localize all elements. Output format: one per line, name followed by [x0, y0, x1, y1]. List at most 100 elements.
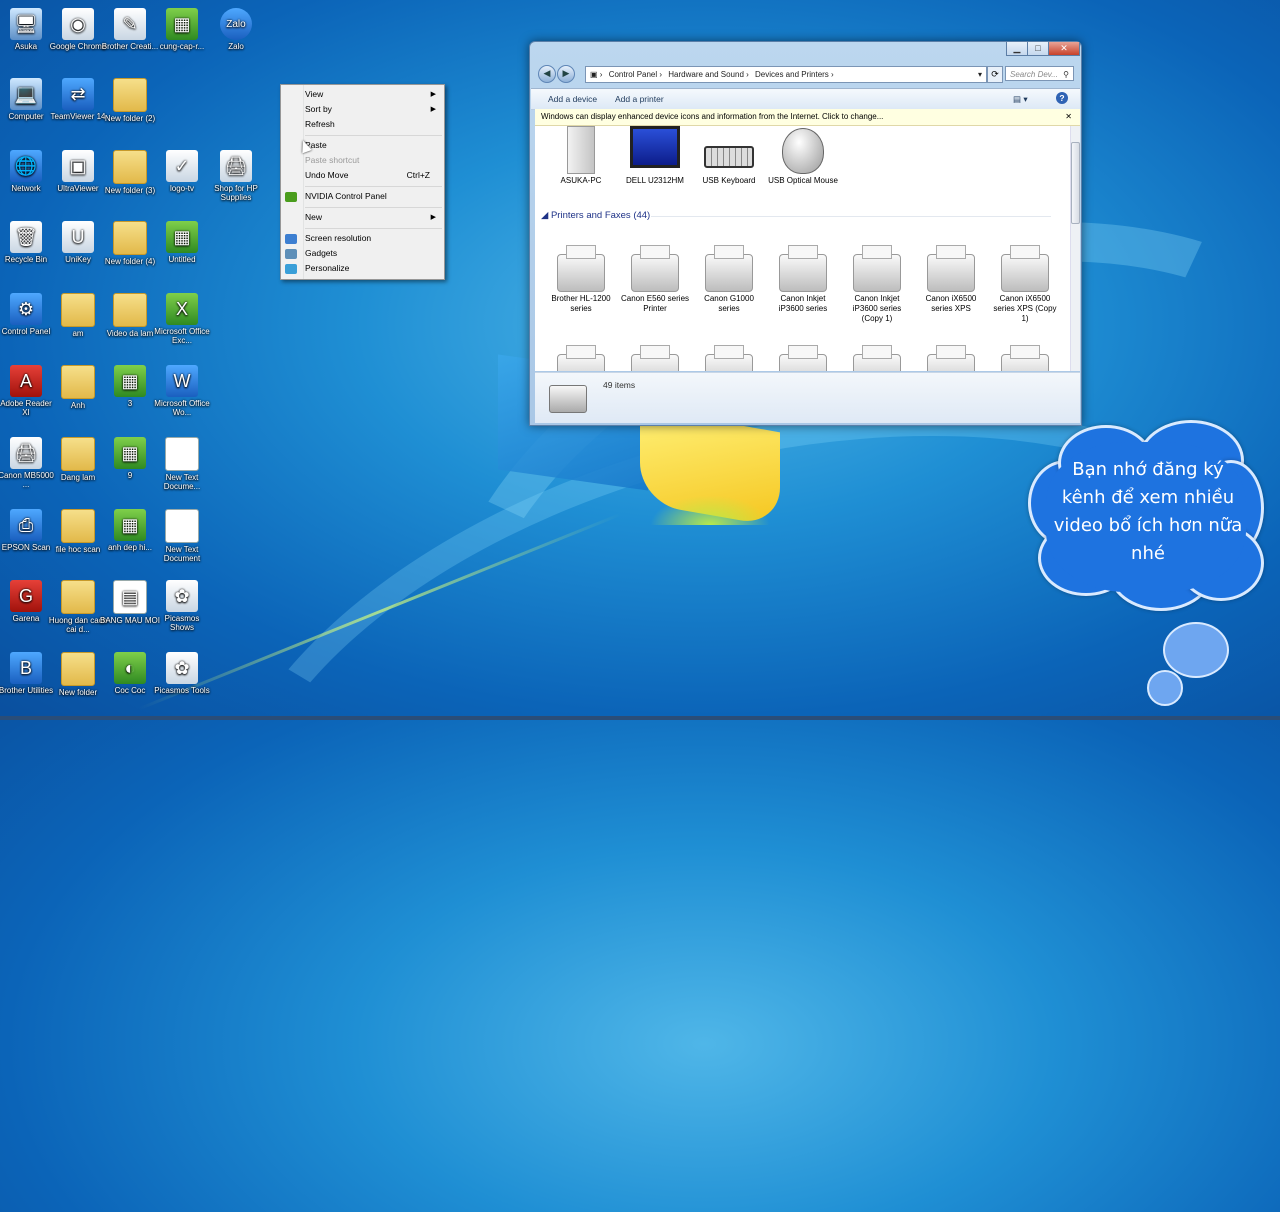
- desktop-icon[interactable]: New Text Document: [152, 509, 212, 563]
- device-item[interactable]: DELL U2312HM: [619, 126, 691, 186]
- devices-and-printers-window: ▁ □ ✕ ◀ ▶ ▣ › Control Panel › Hardware a…: [529, 41, 1082, 426]
- close-icon[interactable]: ✕: [1065, 109, 1072, 125]
- forward-button[interactable]: ▶: [557, 65, 575, 83]
- desktop-icon[interactable]: file hoc scan: [48, 509, 108, 554]
- printer-item[interactable]: Canon iX6500 series XPS (Copy 1): [989, 244, 1061, 324]
- menu-item-personalize[interactable]: Personalize: [305, 261, 438, 276]
- image-icon: ▦: [166, 8, 198, 40]
- desktop-icon[interactable]: W Microsoft Office Wo...: [152, 365, 212, 417]
- breadcrumb-item[interactable]: Control Panel: [609, 70, 657, 79]
- minimize-button[interactable]: ▁: [1006, 42, 1028, 56]
- desktop-icon[interactable]: ▦ 9: [100, 437, 160, 480]
- printer-item[interactable]: Canon Inkjet iP3600 series: [767, 244, 839, 314]
- desktop-icon[interactable]: ◉ Google Chrome: [48, 8, 108, 51]
- desktop-icon[interactable]: ✿ Picasmos Tools: [152, 652, 212, 695]
- desktop-icon[interactable]: New Text Docume...: [152, 437, 212, 491]
- desktop-icon[interactable]: ✿ Picasmos Shows: [152, 580, 212, 632]
- printer-icon: [1000, 244, 1050, 292]
- breadcrumb-item[interactable]: Devices and Printers: [755, 70, 829, 79]
- device-item[interactable]: ASUKA-PC: [545, 126, 617, 186]
- address-bar[interactable]: ▣ › Control Panel › Hardware and Sound ›…: [585, 66, 987, 83]
- wallpaper-grass: [650, 495, 770, 525]
- desktop-icon[interactable]: Anh: [48, 365, 108, 410]
- desktop-icon[interactable]: ▤ BANG MAU MOI: [100, 580, 160, 625]
- menu-item-new[interactable]: New ▶: [305, 210, 438, 225]
- printer-icon: [556, 244, 606, 292]
- desktop-icon[interactable]: New folder (2): [100, 78, 160, 123]
- printer-icon: [556, 344, 606, 371]
- brother-icon: ✎: [114, 8, 146, 40]
- folder-icon: [113, 150, 147, 184]
- add-printer-button[interactable]: Add a printer: [615, 89, 664, 109]
- printer-icon: [704, 344, 754, 371]
- desktop-icon[interactable]: Video da lam: [100, 293, 160, 338]
- printer-icon: [630, 344, 680, 371]
- desktop-icon[interactable]: ✓ logo-tv: [152, 150, 212, 193]
- desktop-icon[interactable]: Dang lam: [48, 437, 108, 482]
- desktop-icon[interactable]: 🖨 Shop for HP Supplies: [206, 150, 266, 202]
- menu-item-screen-resolution[interactable]: Screen resolution: [305, 231, 438, 246]
- desktop-icon[interactable]: New folder (3): [100, 150, 160, 195]
- add-device-button[interactable]: Add a device: [548, 89, 597, 109]
- search-input[interactable]: Search Dev... ⚲: [1005, 66, 1074, 81]
- desktop-icon[interactable]: ▦ cung-cap-r...: [152, 8, 212, 51]
- menu-item-undo-move[interactable]: Undo Move Ctrl+Z: [305, 168, 438, 183]
- printer-item[interactable]: [619, 344, 691, 371]
- printer-item[interactable]: [841, 344, 913, 371]
- printer-item[interactable]: [693, 344, 765, 371]
- printer-item[interactable]: Brother HL-1200 series: [545, 244, 617, 314]
- desktop-icon[interactable]: ▣ UltraViewer: [48, 150, 108, 193]
- desktop-icon[interactable]: ▦ Untitled: [152, 221, 212, 264]
- help-icon[interactable]: ?: [1056, 92, 1068, 104]
- computer-icon: 💻: [10, 78, 42, 110]
- desktop-icon[interactable]: ⇄ TeamViewer 14: [48, 78, 108, 121]
- desktop-icon[interactable]: am: [48, 293, 108, 338]
- refresh-icon[interactable]: ⟳: [987, 66, 1003, 83]
- menu-item-sort-by[interactable]: Sort by ▶: [305, 102, 438, 117]
- device-item[interactable]: USB Optical Mouse: [767, 126, 839, 186]
- desktop-icon[interactable]: Zalo Zalo: [206, 8, 266, 51]
- printer-item[interactable]: [545, 344, 617, 371]
- printers-group-header[interactable]: ◢ Printers and Faxes (44): [541, 210, 1053, 221]
- view-options-icon[interactable]: ▤ ▾: [1013, 89, 1028, 109]
- menu-item-refresh[interactable]: Refresh: [305, 117, 438, 132]
- device-item[interactable]: USB Keyboard: [693, 126, 765, 186]
- text-document-icon: [165, 509, 199, 543]
- desktop-icon[interactable]: Huong dan cach cai d...: [48, 580, 108, 634]
- menu-separator: [305, 207, 442, 208]
- printer-item[interactable]: [989, 344, 1061, 371]
- desktop-icon[interactable]: X Microsoft Office Exc...: [152, 293, 212, 345]
- menu-item-gadgets[interactable]: Gadgets: [305, 246, 438, 261]
- desktop-icon[interactable]: ▦ anh dep hi...: [100, 509, 160, 552]
- menu-item-paste[interactable]: Paste: [305, 138, 438, 153]
- folder-icon: [61, 293, 95, 327]
- desktop-icon[interactable]: ◐ Coc Coc: [100, 652, 160, 695]
- info-bar[interactable]: Windows can display enhanced device icon…: [535, 109, 1080, 126]
- submenu-arrow-icon: ▶: [430, 214, 436, 221]
- recycle-bin-icon: 🗑: [10, 221, 42, 253]
- desktop-icon[interactable]: ▦ 3: [100, 365, 160, 408]
- maximize-button[interactable]: □: [1027, 42, 1049, 56]
- folder-icon: [61, 365, 95, 399]
- word-icon: W: [166, 365, 198, 397]
- printer-item[interactable]: Canon G1000 series: [693, 244, 765, 314]
- desktop-icon[interactable]: ✎ Brother Creati...: [100, 8, 160, 51]
- printer-item[interactable]: Canon Inkjet iP3600 series (Copy 1): [841, 244, 913, 324]
- desktop-icon[interactable]: New folder: [48, 652, 108, 697]
- close-button[interactable]: ✕: [1048, 42, 1080, 56]
- desktop-icon[interactable]: U UniKey: [48, 221, 108, 264]
- chevron-down-icon[interactable]: ▾: [978, 67, 982, 82]
- back-button[interactable]: ◀: [538, 65, 556, 83]
- personalize-icon: [285, 264, 297, 274]
- folder-icon: [61, 509, 95, 543]
- menu-item-nvidia-control-panel[interactable]: NVIDIA Control Panel: [305, 189, 438, 204]
- menu-separator: [305, 186, 442, 187]
- scrollbar-thumb[interactable]: [1071, 142, 1080, 224]
- breadcrumb-item[interactable]: Hardware and Sound: [668, 70, 744, 79]
- printer-item[interactable]: Canon E560 series Printer: [619, 244, 691, 314]
- printer-item[interactable]: [767, 344, 839, 371]
- menu-item-view[interactable]: View ▶: [305, 87, 438, 102]
- desktop-icon[interactable]: New folder (4): [100, 221, 160, 266]
- printer-item[interactable]: Canon iX6500 series XPS: [915, 244, 987, 314]
- printer-item[interactable]: [915, 344, 987, 371]
